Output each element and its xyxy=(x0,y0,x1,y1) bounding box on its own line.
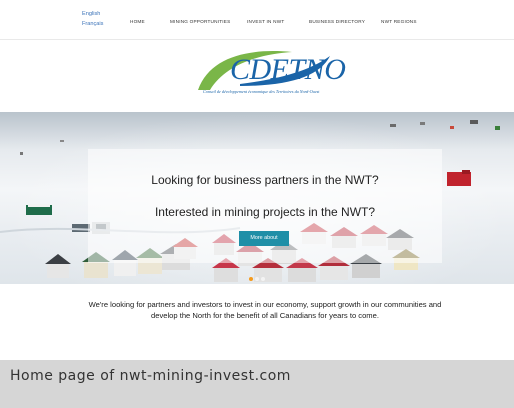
hero-headline-partners: Looking for business partners in the NWT… xyxy=(151,173,379,187)
nav-mining-opportunities-link[interactable]: MINING OPPORTUNITIES xyxy=(170,19,230,24)
hero-headline-mining: Interested in mining projects in the NWT… xyxy=(154,205,376,219)
lang-french-link[interactable]: Français xyxy=(82,19,103,29)
nav-regions-link[interactable]: NWT REGIONS xyxy=(381,19,417,24)
slider-dot-1[interactable] xyxy=(249,277,253,281)
top-navigation: English Français HOME MINING OPPORTUNITI… xyxy=(0,0,514,40)
screenshot-caption: Home page of nwt-mining-invest.com xyxy=(0,360,514,408)
nav-invest-link[interactable]: INVEST IN NWT xyxy=(247,19,284,24)
mission-statement: We're looking for partners and investors… xyxy=(88,300,442,320)
language-switcher: English Français xyxy=(82,9,103,29)
slider-dots xyxy=(249,268,267,284)
cdetno-logo[interactable]: CDETNO Conseil de développement économiq… xyxy=(180,46,346,104)
hero-message-panel: Looking for business partners in the NWT… xyxy=(88,149,442,263)
nav-business-directory-link[interactable]: BUSINESS DIRECTORY xyxy=(309,19,365,24)
caption-text: Home page of nwt-mining-invest.com xyxy=(10,368,291,384)
lang-english-link[interactable]: English xyxy=(82,9,103,19)
logo-wordmark: CDETNO xyxy=(230,53,346,86)
hero-slider: Looking for business partners in the NWT… xyxy=(0,112,514,284)
website-screenshot: English Français HOME MINING OPPORTUNITI… xyxy=(0,0,514,360)
slider-dot-2[interactable] xyxy=(255,277,259,281)
logo-tagline: Conseil de développement économique des … xyxy=(203,89,320,94)
slider-dot-3[interactable] xyxy=(261,277,265,281)
more-about-button[interactable]: More about xyxy=(239,231,289,246)
nav-home-link[interactable]: HOME xyxy=(130,19,145,24)
